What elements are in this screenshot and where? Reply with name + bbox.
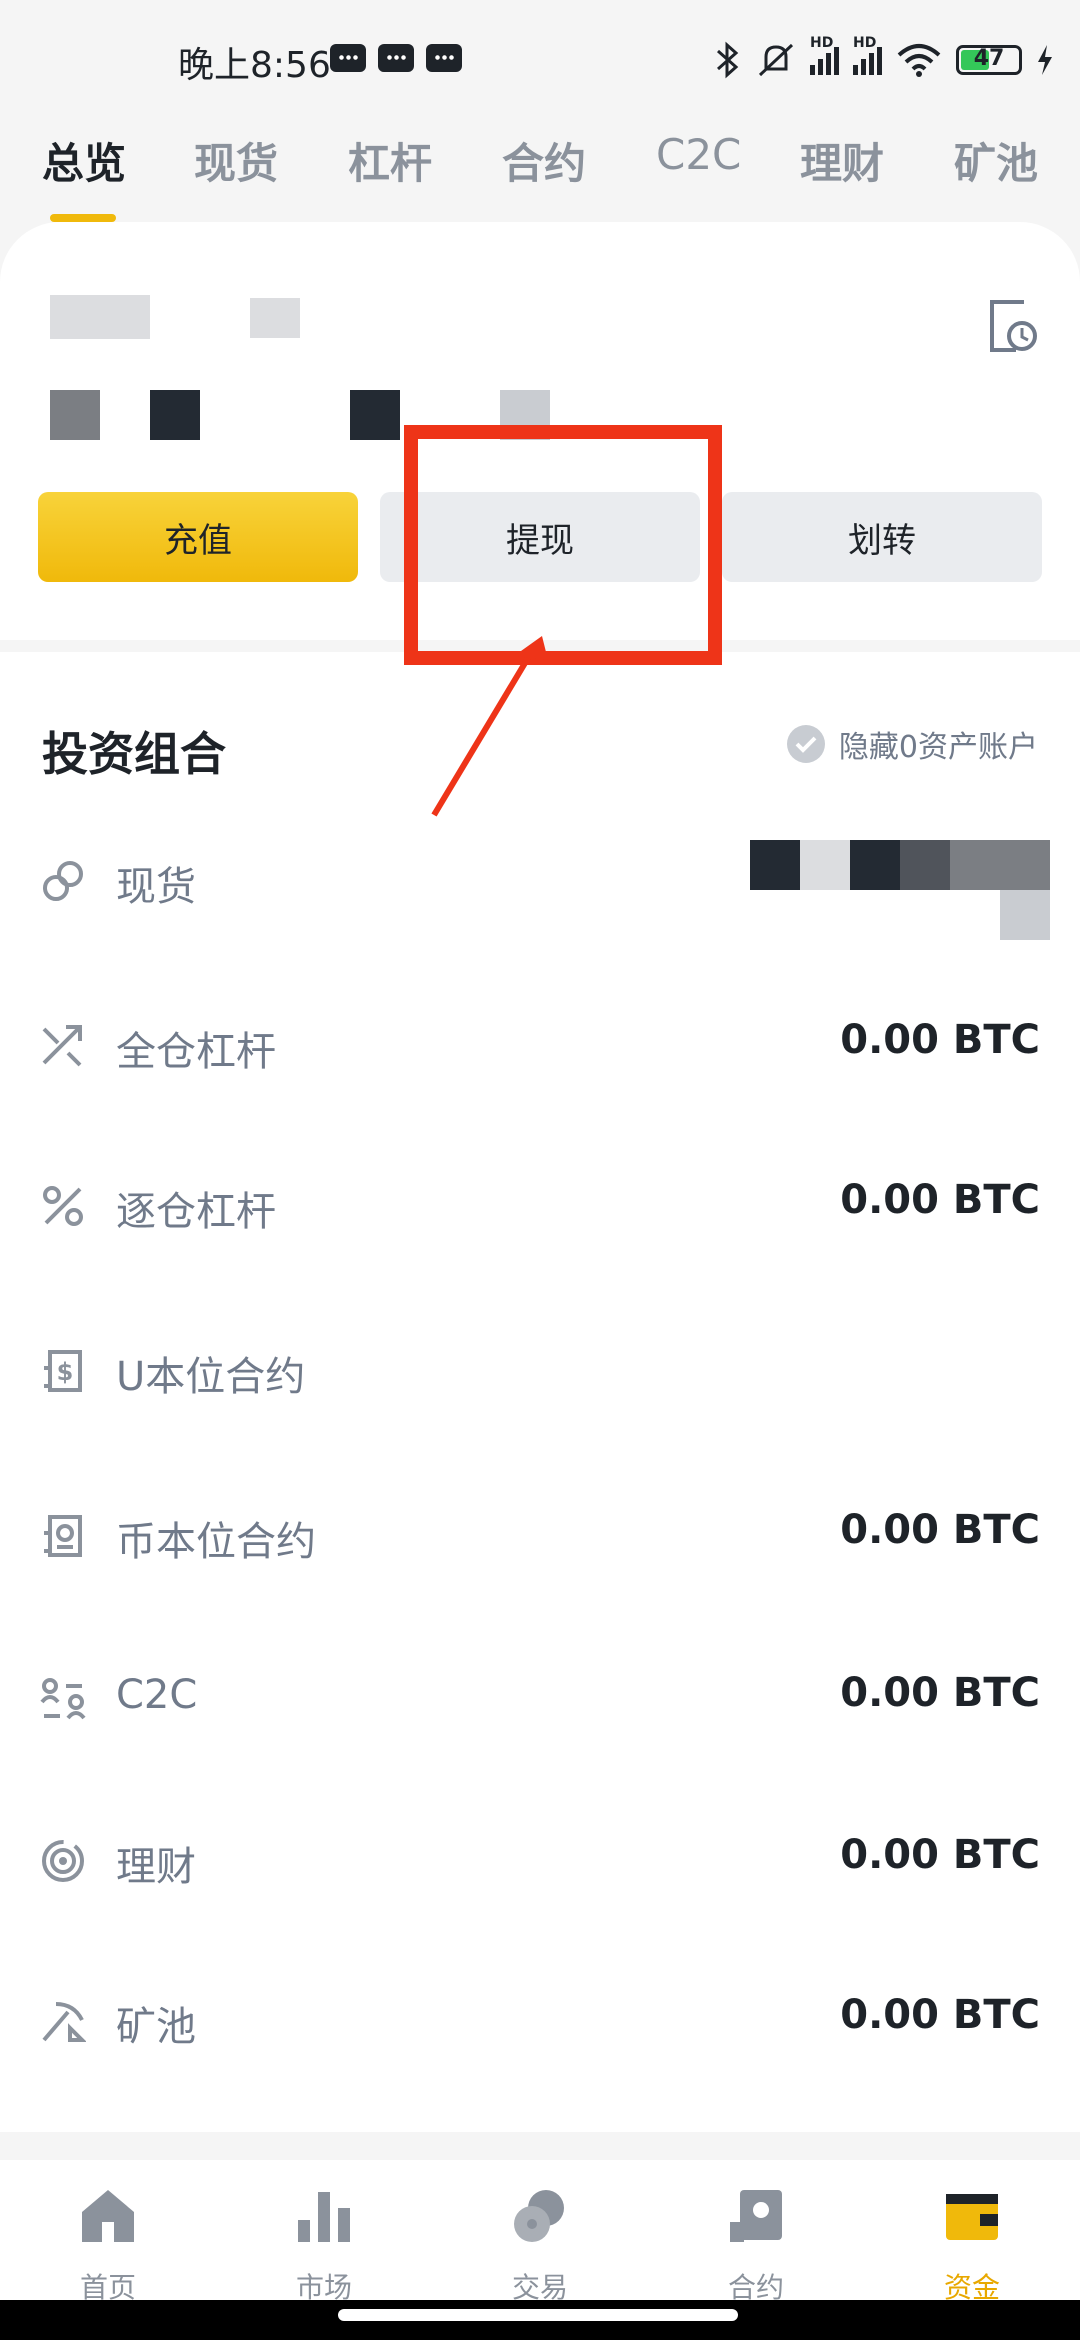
earn-icon bbox=[42, 1840, 84, 1882]
redacted-balance bbox=[150, 390, 200, 440]
nav-trade[interactable]: 交易 bbox=[460, 2180, 620, 2310]
highlight-box bbox=[404, 425, 722, 665]
battery-icon: 47 bbox=[956, 45, 1022, 75]
tab-spot[interactable]: 现货 bbox=[194, 130, 278, 191]
portfolio-row-coinm-futures[interactable]: 币本位合约 0.00 BTC bbox=[0, 1495, 1080, 1575]
tab-futures[interactable]: 合约 bbox=[502, 130, 586, 191]
mute-bell-icon bbox=[758, 43, 794, 77]
tab-earn[interactable]: 理财 bbox=[800, 130, 884, 191]
signal-icon: HD bbox=[853, 35, 882, 75]
nav-futures[interactable]: 合约 bbox=[676, 2180, 836, 2310]
redacted-spot-value bbox=[900, 840, 950, 890]
coinm-futures-icon bbox=[44, 1515, 82, 1557]
nav-home[interactable]: 首页 bbox=[28, 2180, 188, 2310]
cross-margin-icon bbox=[42, 1025, 82, 1067]
redacted-spot-value bbox=[750, 840, 800, 890]
nav-markets[interactable]: 市场 bbox=[244, 2180, 404, 2310]
portfolio-row-c2c[interactable]: C2C 0.00 BTC bbox=[0, 1658, 1080, 1738]
history-icon[interactable] bbox=[988, 298, 1038, 354]
portfolio-row-cross-margin[interactable]: 全仓杠杆 0.00 BTC bbox=[0, 1005, 1080, 1085]
redacted-spot-value bbox=[800, 840, 850, 890]
wallet-icon bbox=[946, 2194, 998, 2240]
hide-zero-toggle[interactable]: 隐藏0资产账户 bbox=[786, 722, 1038, 766]
tab-overview[interactable]: 总览 bbox=[42, 130, 126, 191]
redacted-balance-label bbox=[50, 295, 150, 339]
nav-funds[interactable]: 资金 bbox=[892, 2180, 1052, 2310]
hide-zero-label: 隐藏0资产账户 bbox=[838, 730, 1038, 765]
bluetooth-icon bbox=[717, 41, 739, 79]
trade-icon bbox=[514, 2190, 564, 2242]
tab-pool[interactable]: 矿池 bbox=[954, 130, 1038, 191]
redacted-spot-value bbox=[1000, 890, 1050, 940]
redacted-balance bbox=[350, 390, 400, 440]
portfolio-row-earn[interactable]: 理财 0.00 BTC bbox=[0, 1820, 1080, 1900]
tab-c2c[interactable]: C2C bbox=[656, 130, 741, 179]
message-icon bbox=[426, 44, 462, 72]
portfolio-title: 投资组合 bbox=[42, 727, 226, 781]
markets-icon bbox=[298, 2192, 350, 2242]
top-tabs: 总览 现货 杠杆 合约 C2C 理财 矿池 bbox=[42, 130, 1080, 220]
spot-icon bbox=[43, 861, 83, 901]
check-icon bbox=[786, 725, 825, 763]
pool-icon bbox=[42, 2002, 86, 2042]
redacted-spot-value bbox=[950, 840, 1000, 890]
usdm-futures-icon: $ bbox=[44, 1350, 82, 1392]
status-time: 晚上8:56 bbox=[178, 45, 331, 86]
redacted-spot-value bbox=[1000, 840, 1050, 890]
portfolio-row-usdm-futures[interactable]: $ U本位合约 bbox=[0, 1330, 1080, 1410]
deposit-button[interactable]: 充值 bbox=[38, 492, 358, 582]
message-icon bbox=[330, 44, 366, 72]
redacted-balance bbox=[50, 390, 100, 440]
transfer-button[interactable]: 划转 bbox=[722, 492, 1042, 582]
redacted-spot-value bbox=[850, 840, 900, 890]
portfolio-row-isolated-margin[interactable]: 逐仓杠杆 0.00 BTC bbox=[0, 1165, 1080, 1245]
charging-icon bbox=[1038, 45, 1052, 75]
status-bar: 晚上8:56 HD HD 47 bbox=[0, 0, 1080, 120]
home-icon bbox=[82, 2190, 134, 2242]
redacted-balance-label bbox=[250, 298, 300, 338]
tab-margin[interactable]: 杠杆 bbox=[348, 130, 432, 191]
tab-indicator bbox=[50, 214, 116, 222]
futures-icon bbox=[730, 2190, 782, 2242]
message-icon bbox=[378, 44, 414, 72]
portfolio-row-pool[interactable]: 矿池 0.00 BTC bbox=[0, 1980, 1080, 2060]
home-indicator[interactable] bbox=[338, 2309, 738, 2321]
signal-icon: HD bbox=[810, 35, 839, 75]
isolated-margin-icon bbox=[43, 1186, 83, 1226]
c2c-icon bbox=[40, 1678, 86, 1720]
svg-text:$: $ bbox=[57, 1358, 74, 1386]
wifi-icon bbox=[897, 44, 941, 77]
